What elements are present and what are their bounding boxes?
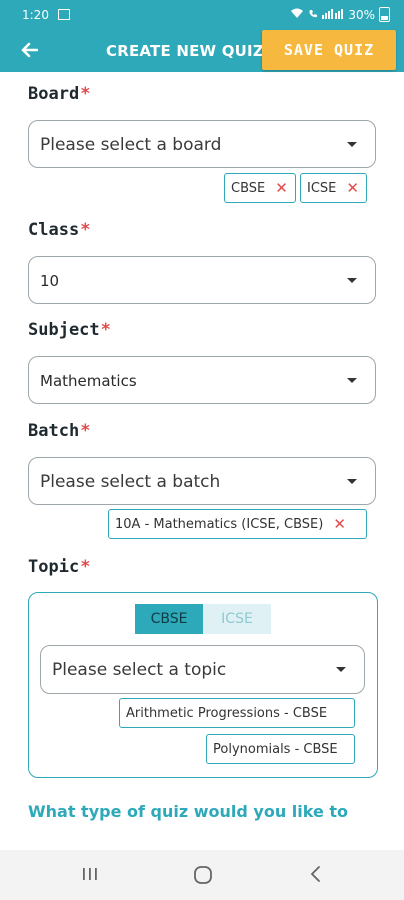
home-button[interactable]: [192, 864, 216, 886]
topic-select[interactable]: Please select a topic: [40, 645, 365, 694]
caret-down-icon: [347, 278, 357, 283]
required-mark: *: [100, 320, 111, 340]
caret-down-icon: [347, 142, 357, 147]
required-mark: *: [80, 557, 91, 577]
batch-label-text: Batch: [28, 421, 80, 441]
gallery-notification-icon: [58, 9, 70, 20]
close-icon[interactable]: ✕: [333, 516, 346, 532]
chip-label: 10A - Mathematics (ICSE, CBSE): [115, 516, 324, 532]
save-quiz-button[interactable]: SAVE QUIZ: [262, 30, 396, 70]
subject-select[interactable]: Mathematics: [28, 356, 376, 404]
board-select[interactable]: Please select a board: [28, 120, 376, 168]
tab-cbse[interactable]: CBSE: [135, 604, 203, 634]
caret-down-icon: [347, 479, 357, 484]
recents-icon: [80, 868, 100, 888]
chip-label: Polynomials - CBSE: [213, 741, 338, 757]
chip-label: Arithmetic Progressions - CBSE: [126, 705, 328, 721]
page-title: CREATE NEW QUIZ: [106, 42, 264, 60]
chevron-left-icon: [306, 866, 326, 888]
back-button[interactable]: [14, 38, 44, 64]
batch-label: Batch*: [28, 421, 90, 441]
subject-label-text: Subject: [28, 320, 100, 340]
signal-icon: [322, 8, 344, 22]
home-icon: [192, 866, 214, 890]
wifi-icon: [290, 8, 304, 22]
status-bar: 1:20 30%: [0, 0, 404, 30]
required-mark: *: [80, 220, 91, 240]
status-icons: 30%: [290, 7, 390, 22]
quiz-type-question: What type of quiz would you like to: [28, 802, 349, 821]
required-mark: *: [80, 421, 91, 441]
topic-chip-polynomials: Polynomials - CBSE: [206, 734, 355, 764]
chip-label: ICSE: [307, 180, 337, 196]
topic-label-text: Topic: [28, 557, 80, 577]
board-select-placeholder: Please select a board: [40, 135, 222, 155]
required-mark: *: [80, 84, 91, 104]
subject-select-value: Mathematics: [40, 372, 137, 390]
call-icon: [308, 8, 318, 22]
battery-icon: [379, 7, 390, 22]
board-chip-icse: ICSE ✕: [300, 173, 367, 203]
subject-label: Subject*: [28, 320, 111, 340]
topic-label: Topic*: [28, 557, 90, 577]
caret-down-icon: [347, 378, 357, 383]
topic-select-placeholder: Please select a topic: [52, 660, 227, 680]
recents-button[interactable]: [80, 864, 104, 886]
class-select-value: 10: [40, 272, 60, 290]
caret-down-icon: [336, 667, 346, 672]
close-icon[interactable]: ✕: [346, 180, 359, 196]
class-select[interactable]: 10: [28, 256, 376, 304]
board-chip-cbse: CBSE ✕: [224, 173, 296, 203]
tab-icse[interactable]: ICSE: [203, 604, 271, 634]
status-time: 1:20: [22, 8, 49, 22]
nav-back-button[interactable]: [306, 864, 330, 886]
chip-label: CBSE: [231, 180, 266, 196]
board-label: Board*: [28, 84, 90, 104]
battery-text: 30%: [348, 7, 375, 22]
batch-chip: 10A - Mathematics (ICSE, CBSE) ✕: [108, 509, 367, 539]
batch-select-placeholder: Please select a batch: [40, 472, 221, 492]
board-label-text: Board: [28, 84, 80, 104]
topic-chip-arithmetic-progressions: Arithmetic Progressions - CBSE: [119, 698, 355, 728]
close-icon[interactable]: ✕: [275, 180, 288, 196]
class-label: Class*: [28, 220, 90, 240]
batch-select[interactable]: Please select a batch: [28, 457, 376, 505]
class-label-text: Class: [28, 220, 80, 240]
system-nav-bar: [0, 850, 404, 900]
